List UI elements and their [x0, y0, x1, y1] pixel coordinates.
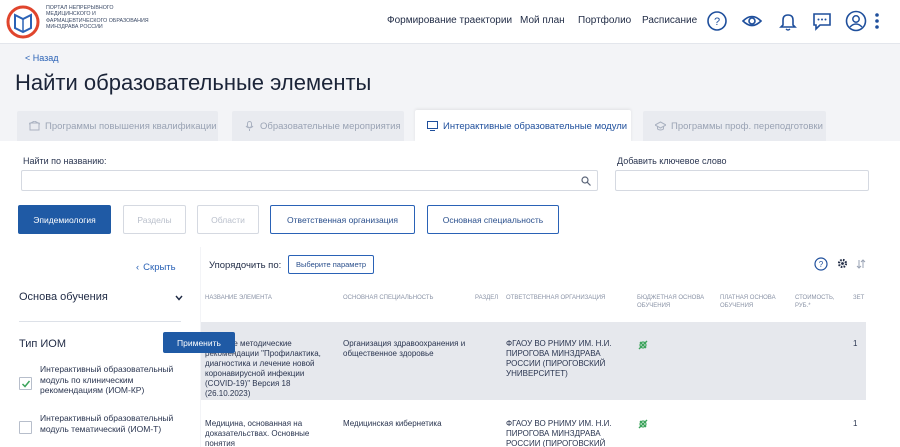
- keyword-input[interactable]: [615, 170, 869, 191]
- divider: [19, 321, 181, 322]
- nav-my-plan[interactable]: Мой план: [520, 15, 565, 26]
- help-icon[interactable]: ?: [814, 257, 828, 271]
- keyword-label: Добавить ключевое слово: [617, 156, 727, 166]
- tab-retraining-programs[interactable]: Программы проф. переподготовки: [643, 111, 826, 141]
- tab-label: Образовательные мероприятия: [260, 120, 401, 132]
- row-zet: 1: [853, 339, 858, 348]
- col-name: Название элемента: [205, 295, 272, 301]
- page-title: Найти образовательные элементы: [15, 70, 372, 95]
- filter-areas-button[interactable]: Области: [197, 205, 259, 234]
- sort-label: Упорядочить по:: [209, 260, 282, 271]
- bell-icon[interactable]: [777, 10, 799, 32]
- filter-specialty-button[interactable]: Основная специальность: [427, 205, 559, 234]
- svg-text:?: ?: [714, 16, 720, 28]
- cap-icon: [655, 121, 666, 131]
- tab-qualification-programs[interactable]: Программы повышения квалификации: [17, 111, 218, 141]
- tab-label: Программы проф. переподготовки: [671, 120, 823, 132]
- more-icon[interactable]: [872, 10, 882, 32]
- help-icon[interactable]: ?: [706, 10, 728, 32]
- mic-icon: [245, 121, 254, 131]
- chat-icon[interactable]: [811, 10, 833, 32]
- search-input[interactable]: [21, 170, 598, 191]
- row-organization: ФГАОУ ВО РНИМУ ИМ. Н.И. ПИРОГОВА МИНЗДРА…: [506, 419, 612, 447]
- nav-trajectory[interactable]: Формирование траектории: [387, 15, 512, 26]
- iom-t-label[interactable]: Интерактивный образовательный модуль тем…: [40, 413, 175, 434]
- budget-icon: [638, 419, 648, 429]
- eye-icon[interactable]: [741, 10, 763, 32]
- col-paid: Платная основа обучения: [720, 295, 776, 309]
- monitor-icon: [427, 121, 438, 131]
- hide-sidebar-link[interactable]: ‹ Скрыть: [136, 262, 176, 273]
- top-header: Портал непрерывного медицинского и фарма…: [0, 0, 900, 44]
- col-price: Стоимость, руб.*: [795, 295, 835, 309]
- checkmark-icon: [21, 380, 31, 388]
- nav-portfolio[interactable]: Портфолио: [578, 15, 631, 26]
- iom-type-title: Тип ИОМ: [19, 338, 67, 350]
- user-icon[interactable]: [845, 10, 867, 32]
- row-organization: ФГАОУ ВО РНИМУ ИМ. Н.И. ПИРОГОВА МИНЗДРА…: [506, 339, 612, 378]
- tab-interactive-modules[interactable]: Интерактивные образовательные модули: [415, 110, 631, 142]
- nav-schedule[interactable]: Расписание: [642, 15, 697, 26]
- tab-label: Интерактивные образовательные модули: [443, 120, 628, 132]
- iom-kr-label[interactable]: Интерактивный образовательный модуль по …: [40, 364, 175, 396]
- iom-kr-checkbox[interactable]: [19, 377, 32, 390]
- tab-events[interactable]: Образовательные мероприятия: [232, 111, 404, 141]
- portal-logo[interactable]: [6, 4, 40, 40]
- hide-label: Скрыть: [143, 262, 176, 273]
- col-budget: Бюджетная основа обучения: [637, 295, 705, 309]
- portal-name: Портал непрерывного медицинского и фарма…: [46, 5, 149, 31]
- settings-icon[interactable]: [837, 258, 848, 269]
- building-icon: [29, 121, 40, 131]
- chevron-left-icon: ‹: [136, 262, 140, 273]
- filter-epidemiology-button[interactable]: Эпидемиология: [18, 205, 111, 234]
- sort-order-icon[interactable]: [856, 259, 866, 269]
- row-specialty: Организация здравоохранения и общественн…: [343, 339, 466, 358]
- apply-button[interactable]: Применить: [163, 332, 235, 353]
- sort-select-button[interactable]: Выберите параметр: [288, 255, 374, 274]
- row-zet: 1: [853, 419, 858, 428]
- tab-label: Программы повышения квалификации: [45, 120, 217, 132]
- budget-icon: [638, 340, 648, 350]
- back-link[interactable]: < Назад: [25, 53, 59, 63]
- basis-section-title[interactable]: Основа обучения: [19, 291, 108, 303]
- filter-organization-button[interactable]: Ответственная организация: [270, 205, 415, 234]
- col-section: Раздел: [475, 295, 499, 301]
- search-label: Найти по названию:: [23, 156, 107, 166]
- filter-sections-button[interactable]: Разделы: [123, 205, 186, 234]
- col-specialty: Основная специальность: [343, 295, 434, 301]
- col-zet: ЗЕТ: [853, 295, 865, 301]
- row-specialty: Медицинская кибернетика: [343, 419, 442, 428]
- chevron-down-icon[interactable]: [175, 295, 183, 301]
- col-organization: Ответственная организация: [506, 295, 606, 301]
- svg-text:?: ?: [819, 260, 824, 269]
- search-icon: [581, 176, 591, 186]
- row-name[interactable]: Медицина, основанная на доказательствах.…: [205, 419, 333, 447]
- iom-t-checkbox[interactable]: [19, 421, 32, 434]
